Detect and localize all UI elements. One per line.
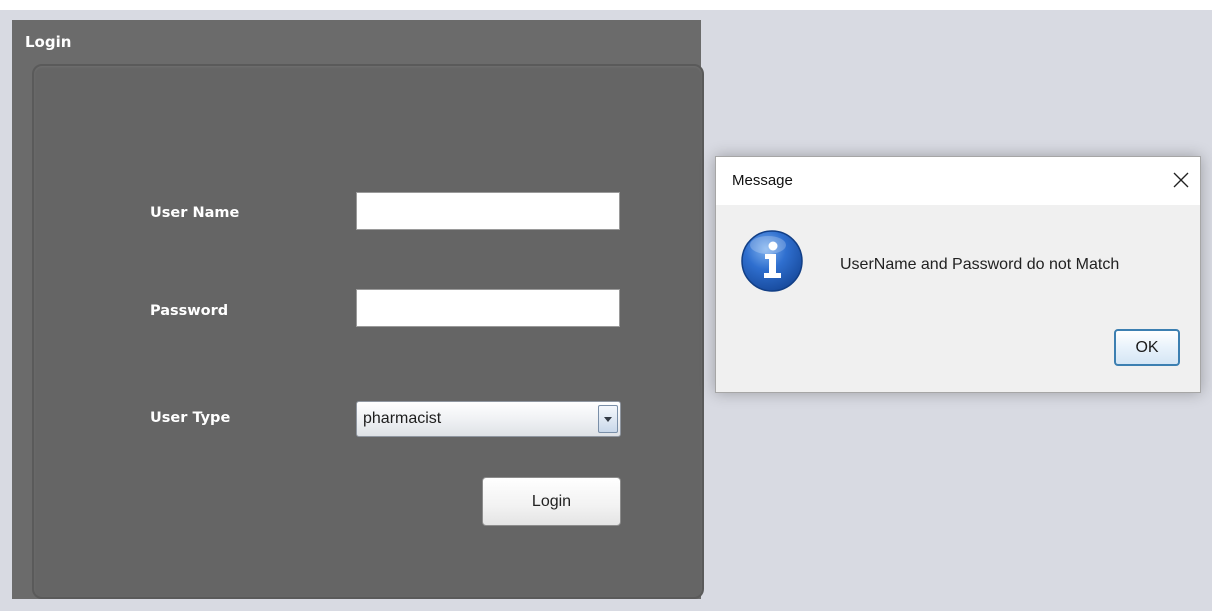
usertype-selected-value: pharmacist <box>363 410 442 427</box>
dialog-titlebar: Message <box>716 157 1200 205</box>
login-frame-title: Login <box>25 33 72 51</box>
info-icon <box>740 229 804 293</box>
usertype-select[interactable]: pharmacist <box>356 401 621 437</box>
ok-button[interactable]: OK <box>1114 329 1180 366</box>
login-panel: User Name Password User Type pharmacist … <box>32 64 704 599</box>
password-field[interactable] <box>356 289 620 327</box>
app-window: Login User Name Password User Type pharm… <box>0 10 1212 611</box>
usertype-label: User Type <box>150 410 231 426</box>
username-label: User Name <box>150 205 240 221</box>
password-label: Password <box>150 303 229 319</box>
login-frame: Login User Name Password User Type pharm… <box>12 20 704 599</box>
close-icon <box>1173 172 1189 188</box>
chevron-down-icon <box>604 417 612 422</box>
close-button[interactable] <box>1164 163 1198 197</box>
message-dialog: Message UserName and Password do not Mat… <box>715 156 1201 393</box>
dropdown-button[interactable] <box>598 405 618 433</box>
login-button[interactable]: Login <box>482 477 621 526</box>
dialog-message: UserName and Password do not Match <box>840 256 1120 273</box>
username-field[interactable] <box>356 192 620 230</box>
dialog-title: Message <box>732 172 793 189</box>
